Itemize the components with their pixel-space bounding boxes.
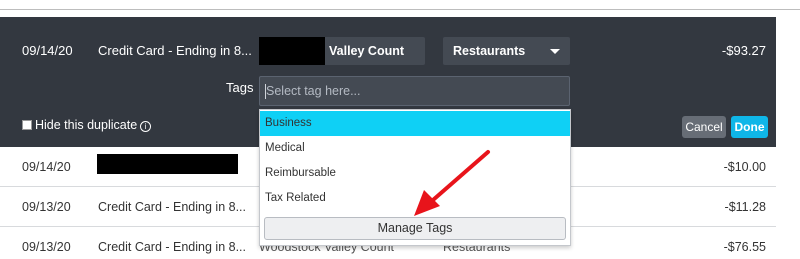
row-amount: -$11.28 bbox=[724, 200, 766, 214]
top-divider bbox=[0, 0, 800, 10]
row-date: 09/13/20 bbox=[22, 240, 71, 254]
manage-tags-button[interactable]: Manage Tags bbox=[264, 217, 566, 240]
edit-date: 09/14/20 bbox=[22, 43, 73, 58]
info-icon[interactable]: i bbox=[140, 121, 152, 132]
row-amount: -$10.00 bbox=[723, 160, 766, 174]
tags-label: Tags bbox=[226, 80, 254, 95]
row-date: 09/13/20 bbox=[22, 200, 71, 214]
redaction-block bbox=[259, 37, 325, 65]
merchant-value: Valley Count bbox=[329, 44, 405, 58]
category-select[interactable]: Restaurants bbox=[443, 37, 570, 65]
edit-account: Credit Card - Ending in 8... bbox=[98, 43, 252, 58]
cancel-button[interactable]: Cancel bbox=[682, 116, 726, 138]
redaction-block bbox=[97, 154, 238, 174]
tag-input-placeholder: Select tag here... bbox=[266, 84, 361, 98]
tag-dropdown-menu: Business Medical Reimbursable Tax Relate… bbox=[259, 109, 571, 246]
hide-duplicate-control[interactable]: Hide this duplicate i bbox=[22, 118, 152, 132]
hide-duplicate-checkbox[interactable] bbox=[22, 120, 32, 130]
merchant-input[interactable]: Valley Count bbox=[259, 37, 425, 65]
category-value: Restaurants bbox=[453, 44, 526, 58]
tag-search-input[interactable]: Select tag here... bbox=[259, 76, 570, 106]
row-account: Credit Card - Ending in 8... bbox=[98, 200, 246, 214]
tag-option-reimbursable[interactable]: Reimbursable bbox=[260, 161, 570, 186]
tag-option-medical[interactable]: Medical bbox=[260, 136, 570, 161]
row-date: 09/14/20 bbox=[22, 160, 71, 174]
chevron-down-icon bbox=[550, 49, 560, 54]
hide-duplicate-label: Hide this duplicate bbox=[35, 118, 138, 132]
row-account: Credit Card - Ending in 8... bbox=[98, 240, 246, 254]
edit-amount: -$93.27 bbox=[721, 43, 766, 58]
tag-option-tax-related[interactable]: Tax Related bbox=[260, 186, 570, 211]
tag-option-business[interactable]: Business bbox=[260, 111, 570, 136]
done-button[interactable]: Done bbox=[731, 116, 768, 138]
row-amount: -$76.55 bbox=[723, 240, 766, 254]
